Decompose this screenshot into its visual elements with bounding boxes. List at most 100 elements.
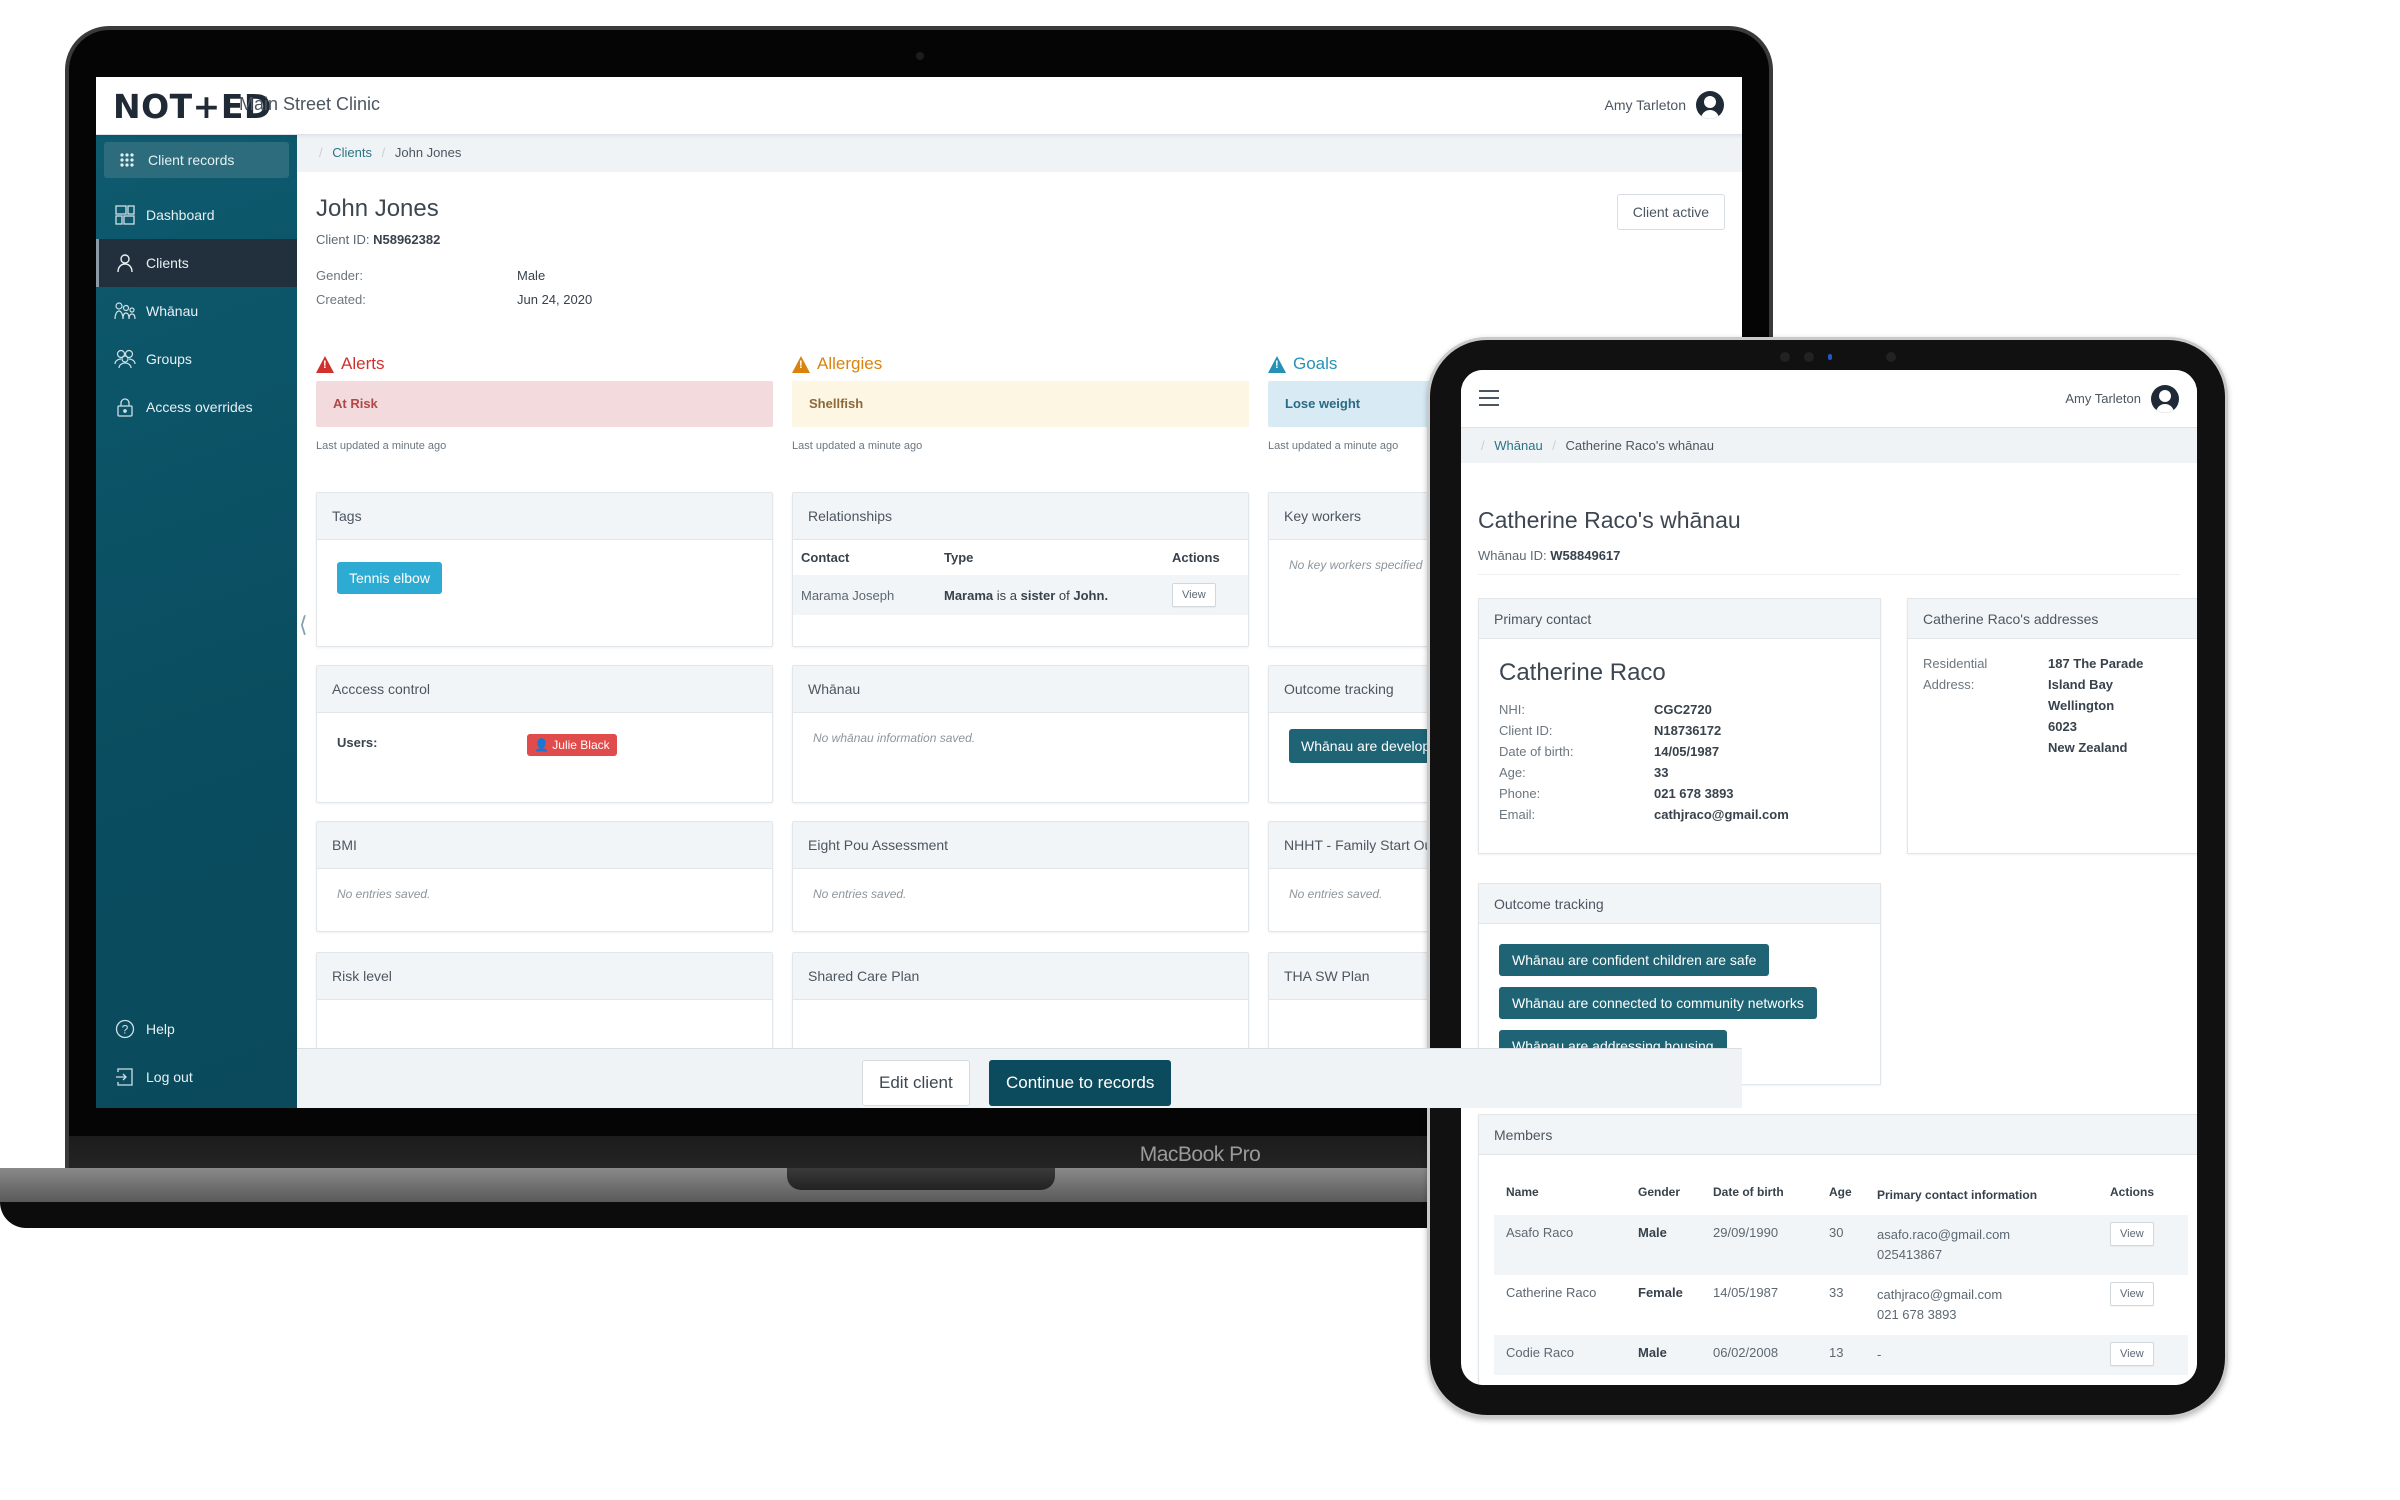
sidebar-item-client-records[interactable]: Client records	[104, 142, 289, 178]
member-contact: cathjraco@gmail.com 021 678 3893	[1877, 1287, 2003, 1322]
sidebar: Client records Dashboard Clients Whānau …	[96, 135, 297, 1108]
hamburger-menu-icon[interactable]	[1479, 390, 1499, 406]
whanau-card: Whānau No whānau information saved.	[792, 665, 1249, 803]
alerts-heading: Alerts	[316, 354, 384, 374]
table-row: Codie Raco Male 06/02/2008 13 - View	[1494, 1335, 2188, 1375]
member-gender: Male	[1638, 1225, 1667, 1240]
whanau-id: Whānau ID: W58849617	[1478, 548, 1620, 563]
column-header: Date of birth	[1713, 1185, 1784, 1199]
user-chip[interactable]: 👤 Julie Black	[527, 734, 617, 756]
sidebar-item-label: Log out	[146, 1069, 193, 1085]
member-gender: Male	[1638, 1345, 1667, 1360]
divider	[1478, 574, 2180, 575]
column-header: Type	[944, 550, 974, 565]
eight-pou-card: Eight Pou Assessment No entries saved.	[792, 821, 1249, 932]
user-avatar-icon[interactable]	[2151, 385, 2179, 413]
laptop-hinge-notch	[787, 1168, 1055, 1190]
member-age: 30	[1829, 1225, 1844, 1240]
table-row: Catherine Raco Female 14/05/1987 33 cath…	[1494, 1275, 2188, 1335]
breadcrumb-separator: /	[319, 145, 323, 160]
sidebar-item-label: Whānau	[146, 303, 199, 319]
allergies-updated: Last updated a minute ago	[792, 440, 923, 452]
breadcrumb-current: John Jones	[394, 145, 462, 160]
card-title: Members	[1479, 1115, 2197, 1155]
relationships-card: Relationships Contact Type Actions Maram…	[792, 492, 1249, 647]
lock-icon	[114, 396, 136, 418]
members-card: Members Name Gender Date of birth Age Pr…	[1478, 1114, 2197, 1385]
sidebar-item-access-overrides[interactable]: Access overrides	[96, 383, 297, 431]
breadcrumb-link-whanau[interactable]: Whānau	[1494, 438, 1542, 453]
sidebar-item-groups[interactable]: Groups	[96, 335, 297, 383]
field-email: Email: cathjraco@gmail.com	[1499, 807, 1789, 822]
gender-label: Gender:	[316, 268, 363, 283]
sidebar-item-clients[interactable]: Clients	[96, 239, 297, 287]
sidebar-item-label: Access overrides	[146, 399, 253, 415]
client-id-label: Client ID:	[316, 232, 370, 247]
member-dob: 14/05/1987	[1713, 1285, 1779, 1300]
view-button[interactable]: View	[2110, 1342, 2154, 1366]
column-header: Name	[1506, 1185, 1539, 1199]
whanau-id-value: W58849617	[1550, 548, 1621, 563]
tags-card: Tags Tennis elbow	[316, 492, 773, 647]
table-row: Asafo Raco Male 29/09/1990 30 asafo.raco…	[1494, 1215, 2188, 1275]
member-contact: -	[1877, 1347, 1882, 1362]
sidebar-item-logout[interactable]: Log out	[96, 1053, 297, 1101]
allergy-item[interactable]: Shellfish	[792, 381, 1249, 427]
empty-message: No entries saved.	[813, 887, 907, 901]
allergies-title: Allergies	[817, 354, 883, 373]
view-button[interactable]: View	[2110, 1222, 2154, 1246]
card-title: Eight Pou Assessment	[793, 822, 1248, 869]
edit-client-button[interactable]: Edit client	[862, 1060, 970, 1106]
member-age: 33	[1829, 1285, 1844, 1300]
warning-icon	[316, 355, 334, 373]
sidebar-item-label: Help	[146, 1021, 175, 1037]
view-button[interactable]: View	[2110, 1282, 2154, 1306]
primary-contact-card: Primary contact Catherine Raco NHI: CGC27…	[1478, 598, 1881, 854]
empty-message: No whānau information saved.	[813, 731, 976, 745]
member-contact: asafo.raco@gmail.com 025413867	[1877, 1227, 2011, 1262]
logout-icon	[114, 1066, 136, 1088]
goals-title: Goals	[1293, 354, 1338, 373]
contact-name: Marama Joseph	[801, 587, 895, 603]
breadcrumb-separator: /	[1552, 438, 1556, 453]
sidebar-item-help[interactable]: ? Help	[96, 1005, 297, 1053]
family-icon	[114, 300, 136, 322]
user-avatar-icon[interactable]	[1696, 91, 1724, 119]
tablet-header: Amy Tarleton	[1461, 370, 2197, 428]
members-table: Name Gender Date of birth Age Primary co…	[1494, 1175, 2188, 1375]
help-icon: ?	[114, 1018, 136, 1040]
tablet-screen: Amy Tarleton / Whānau / Catherine Raco's…	[1461, 370, 2197, 1385]
alerts-updated: Last updated a minute ago	[316, 440, 447, 452]
tag-chip[interactable]: Tennis elbow	[337, 562, 442, 594]
page-title: John Jones	[316, 195, 439, 222]
view-button[interactable]: View	[1172, 583, 1216, 607]
alert-item[interactable]: At Risk	[316, 381, 773, 427]
outcome-chip[interactable]: Whānau are connected to community networ…	[1499, 987, 1817, 1019]
member-name: Codie Raco	[1506, 1345, 1574, 1360]
column-header: Gender	[1638, 1185, 1681, 1199]
sidebar-item-label: Clients	[146, 255, 189, 271]
app-header: NOT+ED Main Street Clinic Amy Tarleton	[96, 77, 1742, 135]
sidebar-item-label: Client records	[148, 152, 235, 168]
breadcrumb-separator: /	[1481, 438, 1485, 453]
table-row: Marama Joseph Marama is a sister of John…	[793, 575, 1248, 615]
risk-level-card: Risk level	[316, 952, 773, 1052]
user-name[interactable]: Amy Tarleton	[1605, 97, 1686, 113]
card-title: Primary contact	[1479, 599, 1880, 639]
relationships-table-header: Contact Type Actions	[793, 540, 1248, 575]
alerts-title: Alerts	[341, 354, 385, 373]
gender-value: Male	[517, 268, 546, 283]
goals-updated: Last updated a minute ago	[1268, 440, 1399, 452]
shared-care-plan-card: Shared Care Plan	[792, 952, 1249, 1052]
client-active-button[interactable]: Client active	[1616, 194, 1725, 230]
user-name[interactable]: Amy Tarleton	[2065, 391, 2141, 406]
continue-to-records-button[interactable]: Continue to records	[989, 1060, 1172, 1106]
sidebar-item-whanau[interactable]: Whānau	[96, 287, 297, 335]
field-client-id: Client ID: N18736172	[1499, 723, 1722, 738]
outcome-chip[interactable]: Whānau are confident children are safe	[1499, 944, 1770, 976]
collapse-sidebar-chevron-icon[interactable]: ⟨	[299, 612, 308, 638]
sidebar-item-dashboard[interactable]: Dashboard	[96, 191, 297, 239]
addresses-card: Catherine Raco's addresses Residential Ad…	[1907, 598, 2197, 854]
breadcrumb-link-clients[interactable]: Clients	[332, 145, 372, 160]
clinic-name: Main Street Clinic	[239, 94, 381, 114]
